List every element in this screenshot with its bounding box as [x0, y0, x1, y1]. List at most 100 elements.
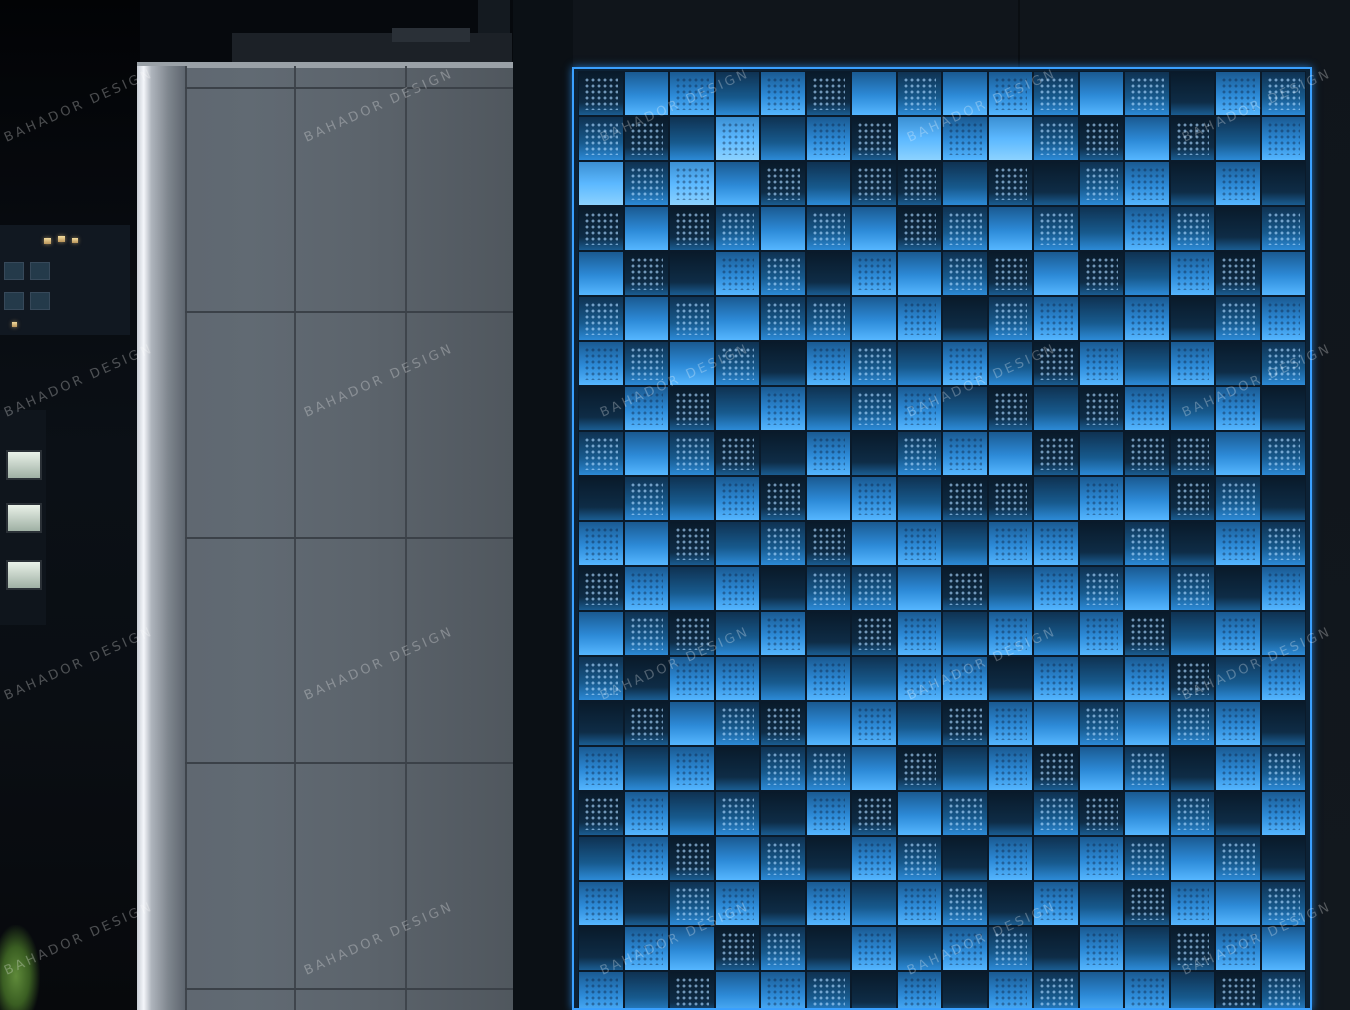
facade-tile — [896, 251, 942, 296]
facade-tile — [1078, 566, 1124, 611]
facade-tile — [669, 386, 715, 431]
facade-tile — [805, 971, 851, 1008]
facade-tile — [760, 206, 806, 251]
facade-tile — [805, 116, 851, 161]
facade-tile — [1260, 206, 1306, 251]
facade-tile — [669, 206, 715, 251]
facade-tile — [1169, 476, 1215, 521]
panel-seam — [185, 537, 513, 539]
facade-tile — [851, 791, 897, 836]
facade-tile — [760, 521, 806, 566]
facade-tile — [896, 701, 942, 746]
facade-tile — [851, 476, 897, 521]
facade-tile — [942, 971, 988, 1008]
facade-tile — [1124, 656, 1170, 701]
facade-tile — [760, 476, 806, 521]
facade-tile — [1124, 746, 1170, 791]
facade-tile — [896, 971, 942, 1008]
facade-tile — [851, 116, 897, 161]
distant-building — [0, 225, 130, 335]
facade-tile — [942, 161, 988, 206]
facade-tile — [805, 656, 851, 701]
facade-tile — [578, 431, 624, 476]
dark-window — [4, 292, 24, 310]
facade-tile — [805, 791, 851, 836]
facade-tile — [1124, 386, 1170, 431]
facade-tile — [1215, 881, 1261, 926]
facade-tile — [1260, 746, 1306, 791]
facade-tile — [851, 206, 897, 251]
facade-tile — [1078, 431, 1124, 476]
facade-tile — [896, 296, 942, 341]
lit-window — [12, 322, 17, 327]
facade-tile — [896, 611, 942, 656]
facade-tile — [714, 116, 760, 161]
facade-tile — [1033, 836, 1079, 881]
facade-tile — [851, 971, 897, 1008]
rooftop-structure — [232, 33, 512, 65]
facade-tile — [805, 521, 851, 566]
panel-seam — [185, 87, 513, 89]
facade-tile — [805, 926, 851, 971]
facade-tile — [1078, 341, 1124, 386]
facade-tile — [1169, 341, 1215, 386]
facade-tile — [1169, 611, 1215, 656]
facade-tile — [942, 746, 988, 791]
rooftop-equipment — [392, 28, 470, 42]
panel-seam — [185, 311, 513, 313]
facade-tile — [1215, 296, 1261, 341]
facade-tile — [714, 476, 760, 521]
facade-tile — [1033, 206, 1079, 251]
facade-tile — [1078, 836, 1124, 881]
facade-tile — [942, 206, 988, 251]
facade-tile — [760, 161, 806, 206]
rooftop-tower — [478, 0, 510, 33]
facade-tile — [578, 566, 624, 611]
facade-tile — [760, 881, 806, 926]
background-buildings — [0, 0, 140, 1010]
facade-tile — [1078, 71, 1124, 116]
facade-tile — [1260, 521, 1306, 566]
facade-tile — [896, 881, 942, 926]
facade-tile — [760, 251, 806, 296]
facade-tile — [1078, 521, 1124, 566]
facade-tile — [942, 296, 988, 341]
facade-tile — [851, 296, 897, 341]
lit-window — [6, 503, 42, 533]
facade-tile — [578, 701, 624, 746]
facade-tile — [942, 566, 988, 611]
facade-tile — [714, 206, 760, 251]
facade-tile — [578, 206, 624, 251]
facade-tile — [851, 566, 897, 611]
facade-tile — [1124, 611, 1170, 656]
facade-tile — [623, 701, 669, 746]
facade-tile — [987, 791, 1033, 836]
facade-tile — [1078, 926, 1124, 971]
facade-tile — [805, 746, 851, 791]
facade-tile — [578, 161, 624, 206]
facade-tile — [1215, 251, 1261, 296]
facade-tile — [987, 386, 1033, 431]
facade-tile — [578, 296, 624, 341]
facade-tile — [896, 476, 942, 521]
facade-tile — [1215, 206, 1261, 251]
facade-tile — [1033, 251, 1079, 296]
facade-tile — [760, 971, 806, 1008]
facade-tile — [578, 971, 624, 1008]
grey-building-parapet — [137, 62, 513, 68]
facade-tile — [669, 251, 715, 296]
facade-tile — [805, 251, 851, 296]
facade-tile — [623, 836, 669, 881]
facade-tile — [1124, 971, 1170, 1008]
facade-tile — [1215, 791, 1261, 836]
facade-tile — [623, 566, 669, 611]
facade-tile — [987, 161, 1033, 206]
facade-tile — [1078, 251, 1124, 296]
facade-tile — [1124, 341, 1170, 386]
facade-tile — [805, 341, 851, 386]
facade-tile — [987, 476, 1033, 521]
facade-tile — [714, 971, 760, 1008]
facade-tile — [669, 116, 715, 161]
facade-tile — [896, 791, 942, 836]
facade-tile — [987, 116, 1033, 161]
